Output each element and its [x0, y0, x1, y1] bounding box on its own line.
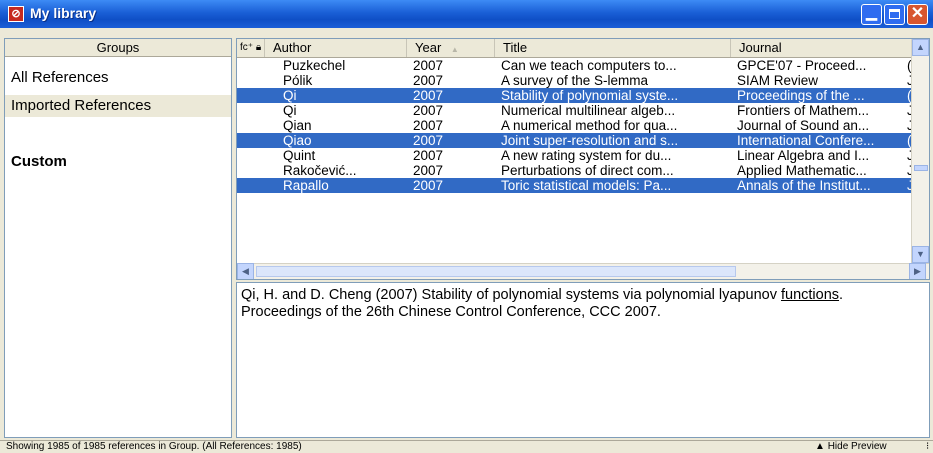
- table-row[interactable]: Qiao 2007 Joint super-resolution and s... I…: [237, 133, 912, 148]
- table-row[interactable]: Quint 2007 A new rating system for du... Li…: [237, 148, 914, 163]
- cell-journal: International Confere...: [737, 133, 875, 148]
- column-header-icons[interactable]: fc⁺ 🔒︎: [237, 39, 265, 57]
- cell-year: 2007: [413, 118, 444, 133]
- year-label: Year: [415, 40, 442, 55]
- preview-text: Qi, H. and D. Cheng (2007) Stability of …: [241, 287, 777, 303]
- citation-preview: Qi, H. and D. Cheng (2007) Stability of …: [236, 282, 930, 438]
- cell-title: Perturbations of direct com...: [501, 163, 674, 178]
- preview-underlined-word: functions: [780, 287, 840, 303]
- scroll-thumb[interactable]: [914, 165, 928, 171]
- resize-grip-icon[interactable]: ⁝: [926, 441, 929, 453]
- custom-groups-heading: Custom: [11, 153, 67, 170]
- cell-title: A new rating system for du...: [501, 148, 672, 163]
- column-header-author[interactable]: Author: [265, 39, 407, 57]
- cell-title: A numerical method for qua...: [501, 118, 678, 133]
- groups-panel: Groups All References Imported Reference…: [4, 38, 232, 438]
- cell-author: Quint: [283, 148, 316, 163]
- scroll-right-icon[interactable]: ▶: [909, 263, 926, 279]
- cell-year: 2007: [413, 88, 444, 103]
- horizontal-scroll-thumb[interactable]: [256, 266, 736, 277]
- cell-year: 2007: [413, 133, 444, 148]
- scroll-left-icon[interactable]: ◀: [237, 263, 254, 279]
- cell-author: Rapallo: [283, 178, 329, 193]
- cell-author: Puzkechel: [283, 58, 346, 73]
- references-table: fc⁺ 🔒︎ Author Year ▲ Title Journal Puzke…: [236, 38, 930, 280]
- cell-year: 2007: [413, 178, 444, 193]
- status-bar: Showing 1985 of 1985 references in Group…: [0, 440, 933, 453]
- cell-journal: Annals of the Institut...: [737, 178, 871, 193]
- maximize-icon: [889, 9, 900, 19]
- attachment-icon: fc⁺ 🔒︎: [240, 42, 262, 53]
- cell-year: 2007: [413, 58, 444, 73]
- table-row[interactable]: Rakočević... 2007 Perturbations of direct …: [237, 163, 914, 178]
- maximize-button[interactable]: [884, 4, 905, 25]
- cell-title: Numerical multilinear algeb...: [501, 103, 676, 118]
- cell-journal: Applied Mathematic...: [737, 163, 867, 178]
- cell-journal: GPCE'07 - Proceed...: [737, 58, 867, 73]
- library-window: ⊘ My library ▁ ✕ Groups All References I…: [0, 0, 933, 453]
- cell-journal: Frontiers of Mathem...: [737, 103, 870, 118]
- minimize-button[interactable]: ▁: [861, 4, 882, 25]
- cell-title: Joint super-resolution and s...: [501, 133, 679, 148]
- window-title: My library: [30, 5, 97, 21]
- cell-journal: Proceedings of the ...: [737, 88, 865, 103]
- sort-ascending-icon: ▲: [450, 45, 459, 54]
- table-row[interactable]: Qi 2007 Stability of polynomial syste... Pr…: [237, 88, 912, 103]
- hide-preview-button[interactable]: ▲ Hide Preview: [815, 441, 887, 453]
- title-bar[interactable]: ⊘ My library ▁ ✕: [0, 0, 933, 28]
- app-icon: ⊘: [8, 6, 24, 22]
- toggle-arrow-icon: ▲: [815, 441, 825, 452]
- cell-year: 2007: [413, 163, 444, 178]
- cell-year: 2007: [413, 73, 444, 88]
- cell-author: Qian: [283, 118, 312, 133]
- cell-title: Can we teach computers to...: [501, 58, 677, 73]
- cell-author: Qiao: [283, 133, 312, 148]
- cell-journal: SIAM Review: [737, 73, 819, 88]
- status-text: Showing 1985 of 1985 references in Group…: [6, 441, 302, 452]
- table-row[interactable]: Pólik 2007 A survey of the S-lemma SIAM Rev…: [237, 73, 914, 88]
- column-header-journal[interactable]: Journal: [731, 39, 911, 57]
- cell-author: Qi: [283, 103, 297, 118]
- close-button[interactable]: ✕: [907, 4, 928, 25]
- cell-year: 2007: [413, 148, 444, 163]
- cell-title: Toric statistical models: Pa...: [501, 178, 672, 193]
- column-header-year[interactable]: Year ▲: [407, 39, 495, 57]
- scroll-up-icon[interactable]: ▲: [912, 39, 929, 56]
- cell-journal: Linear Algebra and I...: [737, 148, 870, 163]
- cell-author: Rakočević...: [283, 163, 357, 178]
- scroll-down-icon[interactable]: ▼: [912, 246, 929, 263]
- table-row[interactable]: Rapallo 2007 Toric statistical models: Pa.…: [237, 178, 914, 193]
- horizontal-scrollbar[interactable]: ◀ ▶: [237, 263, 929, 279]
- cell-author: Qi: [283, 88, 297, 103]
- cell-author: Pólik: [283, 73, 313, 88]
- table-row[interactable]: Qi 2007 Numerical multilinear algeb... Fron…: [237, 103, 914, 118]
- group-item-imported-references[interactable]: Imported References: [5, 95, 231, 117]
- table-row[interactable]: Qian 2007 A numerical method for qua... Jou…: [237, 118, 914, 133]
- table-row[interactable]: Puzkechel 2007 Can we teach computers to..…: [237, 58, 912, 73]
- group-item-all-references[interactable]: All References: [5, 67, 231, 89]
- cell-title: Stability of polynomial syste...: [501, 88, 679, 103]
- table-header: fc⁺ 🔒︎ Author Year ▲ Title Journal: [237, 39, 911, 58]
- hide-preview-label: Hide Preview: [827, 441, 887, 452]
- vertical-scrollbar[interactable]: ▲ ▼: [911, 39, 929, 263]
- column-header-title[interactable]: Title: [495, 39, 731, 57]
- cell-year: 2007: [413, 103, 444, 118]
- groups-header[interactable]: Groups: [5, 39, 231, 57]
- cell-title: A survey of the S-lemma: [501, 73, 649, 88]
- cell-journal: Journal of Sound an...: [737, 118, 870, 133]
